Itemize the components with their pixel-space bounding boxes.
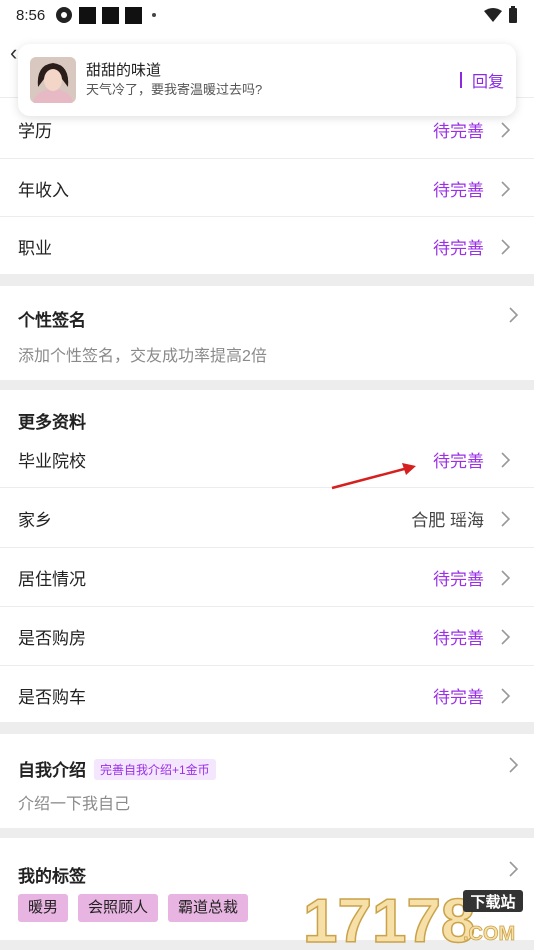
reply-label: 回复	[471, 74, 504, 91]
chevron-right-icon	[501, 180, 511, 197]
row-value: 待完善	[433, 239, 484, 258]
row-value: 待完善	[433, 122, 484, 141]
watermark-logo: 17178 下载站 .COM	[303, 886, 523, 948]
reply-button[interactable]: 回复	[459, 68, 504, 92]
row-car[interactable]: 是否购车 待完善	[0, 666, 534, 725]
row-label: 居住情况	[18, 570, 86, 589]
status-time: 8:56	[16, 6, 46, 24]
wifi-icon	[484, 8, 502, 22]
chevron-right-icon	[501, 121, 511, 138]
more-info-section: 更多资料 毕业院校 待完善 家乡 合肥 瑶海 居住情况 待完善 是否购房 待完善…	[0, 390, 534, 722]
intro-section[interactable]: 自我介绍 完善自我介绍+1金币 介绍一下我自己	[0, 734, 534, 828]
tag-chip[interactable]: 暖男	[18, 894, 69, 922]
signature-section[interactable]: 个性签名 添加个性签名，交友成功率提高2倍	[0, 286, 534, 380]
battery-icon	[509, 6, 517, 23]
intro-title-text: 自我介绍	[18, 761, 86, 780]
notification-icon	[102, 6, 120, 24]
notification-icon	[79, 6, 97, 24]
row-label: 家乡	[18, 511, 52, 530]
intro-placeholder: 介绍一下我自己	[18, 796, 131, 813]
avatar	[30, 57, 76, 103]
row-occupation[interactable]: 职业 待完善	[0, 217, 534, 276]
signature-placeholder: 添加个性签名，交友成功率提高2倍	[18, 348, 267, 365]
row-label: 是否购车	[18, 688, 86, 707]
row-label: 是否购房	[18, 629, 86, 648]
chevron-right-icon	[509, 307, 519, 323]
chevron-right-icon	[501, 569, 511, 586]
row-value: 待完善	[433, 452, 484, 471]
watermark-number: 17178	[303, 887, 475, 948]
tags-title: 我的标签	[18, 867, 86, 886]
basic-info-section: 学历 待完善 年收入 待完善 职业 待完善	[0, 98, 534, 274]
back-icon[interactable]: ‹	[10, 40, 17, 66]
chevron-right-icon	[501, 238, 511, 255]
row-label: 学历	[18, 122, 52, 141]
row-value: 待完善	[433, 181, 484, 200]
chevron-right-icon	[501, 510, 511, 527]
row-label: 毕业院校	[18, 452, 86, 471]
row-residence[interactable]: 居住情况 待完善	[0, 548, 534, 607]
row-income[interactable]: 年收入 待完善	[0, 159, 534, 218]
row-hometown[interactable]: 家乡 合肥 瑶海	[0, 489, 534, 548]
status-bar: 8:56	[0, 0, 534, 30]
chevron-right-icon	[509, 757, 519, 773]
divider	[0, 487, 534, 488]
watermark-domain: .COM	[463, 923, 515, 945]
row-school[interactable]: 毕业院校 待完善	[0, 430, 534, 489]
row-label: 职业	[18, 239, 52, 258]
status-icons	[55, 6, 157, 24]
chevron-right-icon	[509, 861, 519, 877]
message-notification[interactable]: 甜甜的味道 天气冷了，要我寄温暖过去吗? 回复	[18, 44, 516, 116]
tag-list: 暖男 会照顾人 霸道总裁	[18, 894, 249, 922]
tag-chip[interactable]: 会照顾人	[78, 894, 159, 922]
reply-divider	[459, 72, 462, 88]
chevron-right-icon	[501, 687, 511, 704]
row-value: 待完善	[433, 688, 484, 707]
row-value: 待完善	[433, 629, 484, 648]
row-label: 年收入	[18, 181, 69, 200]
intro-reward-badge: 完善自我介绍+1金币	[94, 759, 216, 780]
row-house[interactable]: 是否购房 待完善	[0, 607, 534, 666]
watermark-site: 下载站	[470, 893, 515, 911]
intro-title: 自我介绍 完善自我介绍+1金币	[18, 756, 216, 781]
settings-icon	[56, 7, 73, 23]
chevron-right-icon	[501, 451, 511, 468]
notification-icon	[125, 6, 143, 24]
row-value: 合肥 瑶海	[411, 511, 484, 530]
tag-chip[interactable]: 霸道总裁	[168, 894, 249, 922]
notification-sender: 甜甜的味道	[86, 62, 162, 79]
annotation-arrow-icon	[331, 463, 416, 490]
row-value: 待完善	[433, 570, 484, 589]
more-dot-icon	[152, 13, 157, 17]
signature-title: 个性签名	[18, 311, 86, 330]
chevron-right-icon	[501, 628, 511, 645]
notification-message: 天气冷了，要我寄温暖过去吗?	[86, 82, 263, 97]
